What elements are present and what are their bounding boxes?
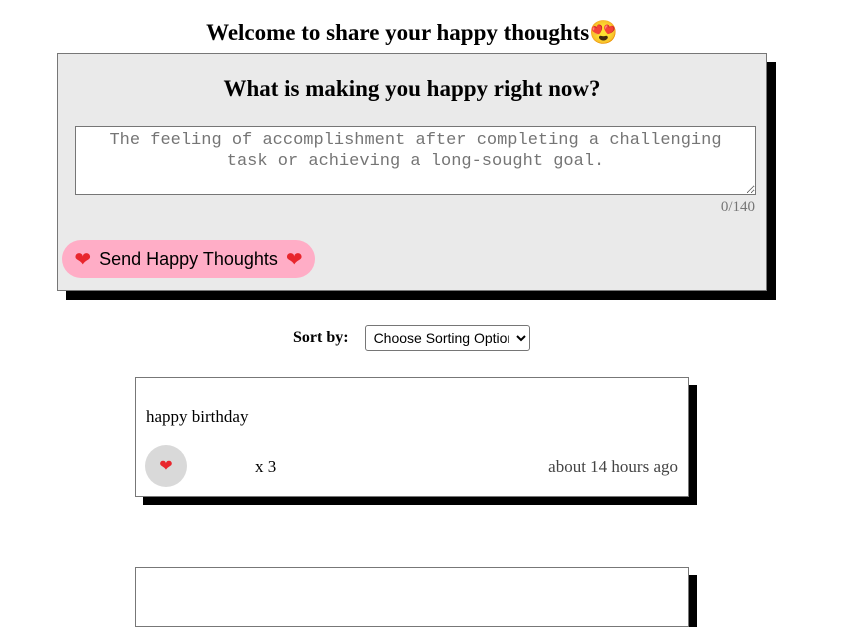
thought-card	[135, 567, 689, 627]
character-counter: 0/140	[720, 199, 755, 215]
thought-timestamp: about 14 hours ago	[548, 457, 678, 476]
form-question: What is making you happy right now?	[223, 76, 601, 101]
thought-input[interactable]	[75, 126, 756, 195]
thought-card: happy birthday ❤ x 3 about 14 hours ago	[135, 377, 689, 497]
thought-form: What is making you happy right now? 0/14…	[57, 53, 767, 291]
heart-icon: ❤	[285, 248, 303, 271]
like-count: x 3	[255, 457, 277, 476]
heart-icon: ❤	[159, 458, 173, 475]
like-button[interactable]: ❤	[145, 445, 187, 487]
thought-message: happy birthday	[146, 407, 249, 426]
sort-select[interactable]: Choose Sorting Option	[364, 325, 530, 351]
page-title: Welcome to share your happy thoughts😍	[206, 20, 618, 46]
send-happy-thoughts-button[interactable]: ❤ Send Happy Thoughts ❤	[62, 240, 315, 278]
heart-icon: ❤	[74, 248, 92, 271]
sort-controls: Sort by: Choose Sorting Option	[293, 325, 530, 351]
send-button-label: Send Happy Thoughts	[99, 248, 278, 269]
sort-label: Sort by:	[293, 329, 349, 346]
